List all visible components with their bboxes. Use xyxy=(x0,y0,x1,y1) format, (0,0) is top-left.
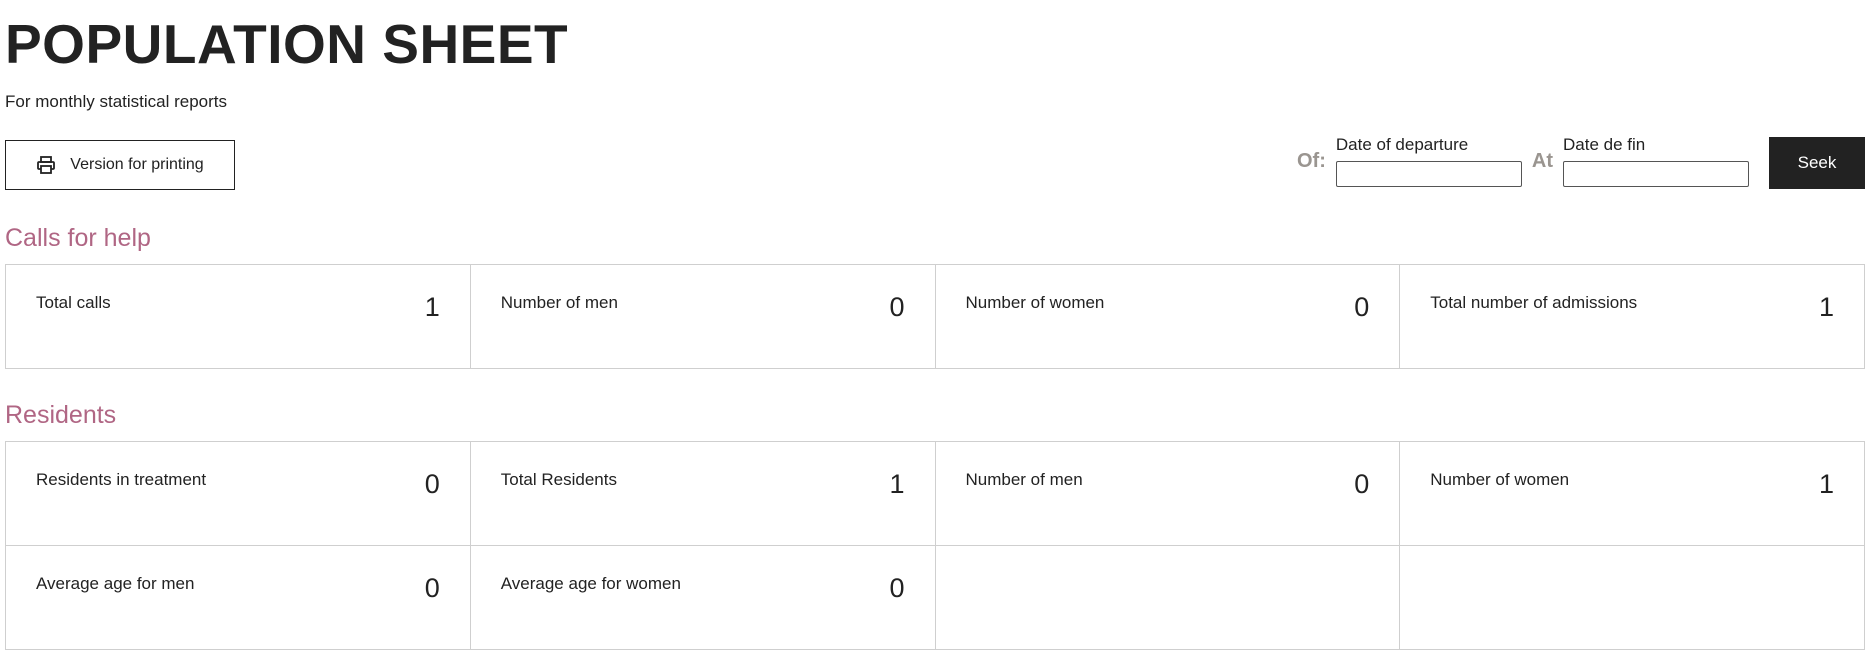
stat-label: Total number of admissions xyxy=(1430,293,1638,312)
end-date-field-group: Date de fin xyxy=(1563,135,1749,189)
stat-label: Total calls xyxy=(36,293,111,312)
printer-icon xyxy=(36,155,56,175)
stat-label: Number of women xyxy=(1430,470,1570,489)
date-filter: Of: Date of departure At Date de fin See… xyxy=(1297,135,1865,189)
page-title: POPULATION SHEET xyxy=(5,13,569,75)
stat-cell-average-age-men: Average age for men 0 xyxy=(6,546,471,650)
end-date-input[interactable] xyxy=(1563,161,1749,187)
stat-cell-total-residents: Total Residents 1 xyxy=(470,442,936,546)
stat-label: Total Residents xyxy=(500,470,617,489)
stat-label: Residents in treatment xyxy=(36,470,207,489)
calls-for-help-grid: Total calls 1 Number of men 0 Number of … xyxy=(5,264,1865,369)
section-title-calls-for-help: Calls for help xyxy=(5,224,151,252)
stat-value: 0 xyxy=(889,573,905,603)
from-prefix: Of: xyxy=(1297,150,1326,172)
stat-value: 1 xyxy=(424,292,440,322)
to-prefix: At xyxy=(1531,150,1553,172)
stat-cell-total-admissions: Total number of admissions 1 xyxy=(1400,265,1865,369)
stat-value: 0 xyxy=(424,573,440,603)
stat-value: 1 xyxy=(1818,469,1834,499)
print-version-label: Version for printing xyxy=(70,156,204,173)
stat-value: 1 xyxy=(889,469,905,499)
stat-value: 0 xyxy=(1354,469,1370,499)
stat-cell-residents-in-treatment: Residents in treatment 0 xyxy=(6,442,471,546)
stat-value: 1 xyxy=(1818,292,1834,322)
stat-value: 0 xyxy=(889,292,905,322)
stat-value: 0 xyxy=(1354,292,1370,322)
stat-label: Number of women xyxy=(965,293,1105,312)
stat-cell-number-of-women: Number of women 0 xyxy=(935,265,1401,369)
residents-grid: Residents in treatment 0 Total Residents… xyxy=(5,441,1865,650)
stat-label: Number of men xyxy=(500,293,618,312)
stat-cell-average-age-women: Average age for women 0 xyxy=(470,546,936,650)
stat-cell-empty xyxy=(935,546,1401,650)
end-date-label: Date de fin xyxy=(1563,135,1646,154)
seek-button[interactable]: Seek xyxy=(1769,137,1865,189)
print-version-button[interactable]: Version for printing xyxy=(5,140,235,190)
stat-cell-total-calls: Total calls 1 xyxy=(6,265,471,369)
start-date-input[interactable] xyxy=(1335,161,1522,187)
start-date-field-group: Date of departure xyxy=(1335,135,1522,189)
stat-cell-empty xyxy=(1400,546,1865,650)
stat-label: Number of men xyxy=(965,470,1083,489)
stat-cell-residents-number-of-men: Number of men 0 xyxy=(935,442,1401,546)
stat-value: 0 xyxy=(424,469,440,499)
stat-label: Average age for men xyxy=(36,574,195,593)
section-title-residents: Residents xyxy=(5,401,117,429)
stat-label: Average age for women xyxy=(500,574,681,593)
page-subtitle: For monthly statistical reports xyxy=(5,92,228,111)
start-date-label: Date of departure xyxy=(1335,135,1469,154)
stat-cell-residents-number-of-women: Number of women 1 xyxy=(1400,442,1865,546)
stat-cell-number-of-men: Number of men 0 xyxy=(470,265,936,369)
